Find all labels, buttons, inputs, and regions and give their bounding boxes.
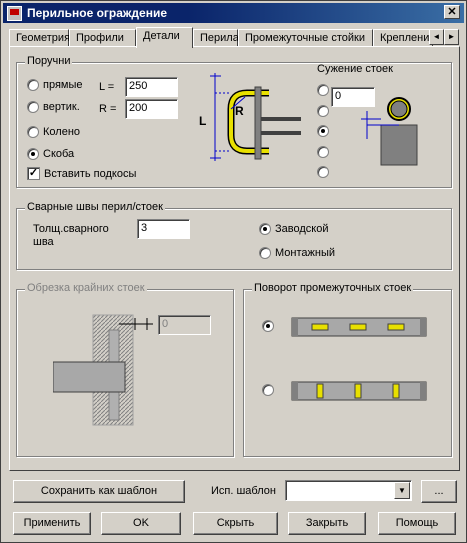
tab-bar: Геометрия Профили Детали Перила Промежут… — [9, 27, 459, 48]
help-button[interactable]: Помощь — [378, 512, 456, 535]
rotation-group-title: Поворот промежуточных стоек — [252, 282, 414, 294]
edge-trim-diagram — [53, 314, 153, 426]
narrowing-option-3[interactable] — [317, 125, 329, 137]
radio-factory-weld[interactable] — [259, 223, 271, 235]
braces-checkbox[interactable]: ✓ — [27, 167, 40, 180]
radio-bracket-label: Скоба — [43, 148, 75, 160]
narrowing-title: Сужение стоек — [317, 63, 393, 75]
hide-button[interactable]: Скрыть — [193, 512, 278, 535]
narrowing-option-2[interactable] — [317, 105, 329, 117]
weld-thickness-input[interactable]: 3 — [137, 219, 190, 239]
radio-vertical[interactable] — [27, 101, 39, 113]
close-button[interactable]: Закрыть — [288, 512, 366, 535]
details-panel: Поручни прямые вертик. Колено Скоба ✓ Вс… — [9, 46, 460, 471]
template-select[interactable]: ▼ — [285, 480, 412, 501]
radio-knee-label: Колено — [43, 126, 81, 138]
save-template-button[interactable]: Сохранить как шаблон — [13, 480, 185, 503]
length-input[interactable]: 250 — [125, 77, 178, 97]
tab-fastening[interactable]: Крепление — [373, 29, 433, 47]
length-label: L = — [99, 81, 115, 93]
close-window-button[interactable]: ✕ — [444, 5, 460, 19]
braces-checkbox-label: Вставить подкосы — [44, 168, 137, 180]
tab-intermediate-posts[interactable]: Промежуточные стойки — [238, 29, 373, 47]
tab-details[interactable]: Детали — [136, 27, 193, 48]
edge-trim-input: 0 — [158, 315, 211, 335]
chevron-down-icon[interactable]: ▼ — [394, 482, 410, 499]
handrails-group-title: Поручни — [25, 55, 73, 67]
radio-knee[interactable] — [27, 126, 39, 138]
diagram-length-mark: L — [199, 114, 206, 128]
radio-site-weld[interactable] — [259, 247, 271, 259]
tab-railings[interactable]: Перила — [193, 29, 239, 47]
rotation-vertical-diagram — [291, 381, 427, 401]
radio-bracket[interactable] — [27, 148, 39, 160]
weld-thickness-label: Толщ.сварного — [33, 223, 109, 235]
tab-scroll-left-button[interactable]: ◄ — [429, 29, 444, 45]
diagram-radius-mark: R — [235, 104, 244, 118]
welds-group: Сварные швы перил/стоек Толщ.сварного шв… — [16, 201, 452, 270]
browse-template-button[interactable]: ... — [421, 480, 457, 503]
edge-trim-group: Обрезка крайних стоек 0 — [16, 282, 234, 457]
tab-geometry[interactable]: Геометрия — [9, 29, 70, 47]
use-template-label: Исп. шаблон — [211, 485, 276, 497]
radio-factory-weld-label: Заводской — [275, 223, 329, 235]
narrowing-option-5[interactable] — [317, 166, 329, 178]
handrails-group: Поручни прямые вертик. Колено Скоба ✓ Вс… — [16, 55, 452, 188]
app-icon — [7, 6, 22, 21]
rotation-group: Поворот промежуточных стоек — [243, 282, 452, 457]
narrowing-option-1[interactable] — [317, 84, 329, 96]
window-title: Перильное ограждение — [27, 6, 168, 20]
radius-label: R = — [99, 103, 117, 115]
narrowing-option-4[interactable] — [317, 146, 329, 158]
narrowing-diagram — [361, 97, 418, 166]
radio-rotation-vertical[interactable] — [262, 384, 274, 396]
apply-button[interactable]: Применить — [13, 512, 91, 535]
dialog-window: Перильное ограждение ✕ Геометрия Профили… — [0, 0, 467, 543]
weld-thickness-label-2: шва — [33, 236, 54, 248]
radio-site-weld-label: Монтажный — [275, 247, 335, 259]
welds-group-title: Сварные швы перил/стоек — [25, 201, 165, 213]
radius-input[interactable]: 200 — [125, 99, 178, 119]
rotation-horizontal-diagram — [291, 317, 427, 337]
tab-scroll-right-button[interactable]: ► — [444, 29, 459, 45]
title-bar[interactable]: Перильное ограждение ✕ — [3, 3, 464, 23]
radio-vertical-label: вертик. — [43, 101, 80, 113]
ok-button[interactable]: OK — [101, 512, 181, 535]
radio-rotation-horizontal[interactable] — [262, 320, 274, 332]
bracket-diagram: L R — [199, 73, 301, 161]
tab-profiles[interactable]: Профили — [69, 29, 136, 47]
radio-straight-label: прямые — [43, 79, 83, 91]
edge-trim-group-title: Обрезка крайних стоек — [25, 282, 147, 294]
radio-straight[interactable] — [27, 79, 39, 91]
